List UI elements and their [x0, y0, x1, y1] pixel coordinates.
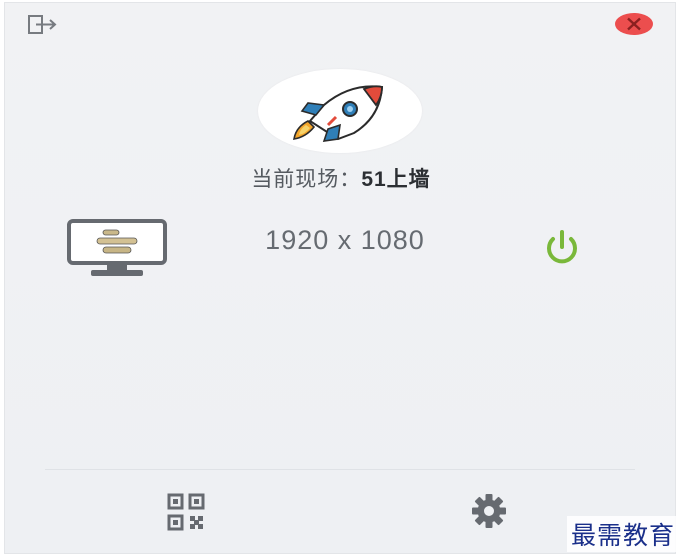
monitor-icon [67, 219, 167, 276]
current-venue: 当前现场：51上墙 [5, 163, 677, 193]
venue-label: 当前现场： [251, 168, 362, 191]
exit-icon [28, 15, 57, 34]
power-button[interactable] [537, 227, 587, 267]
qr-code-icon [167, 493, 205, 531]
close-button[interactable] [613, 10, 655, 38]
power-icon [547, 230, 577, 264]
exit-button[interactable] [25, 11, 63, 39]
footer-divider [45, 469, 635, 470]
close-icon [615, 13, 653, 35]
venue-value: 51上墙 [361, 168, 431, 191]
settings-button[interactable] [459, 489, 519, 535]
rocket-icon [293, 85, 384, 142]
resolution-text: 1920 x 1080 [265, 225, 425, 255]
app-window: 当前现场：51上墙 1920 x 1080 [4, 2, 676, 554]
gear-icon [472, 494, 506, 528]
monitor-icon-wrap [63, 218, 171, 280]
app-logo [258, 69, 422, 153]
qr-code-button[interactable] [161, 491, 221, 535]
watermark: 最需教育 [566, 516, 679, 552]
